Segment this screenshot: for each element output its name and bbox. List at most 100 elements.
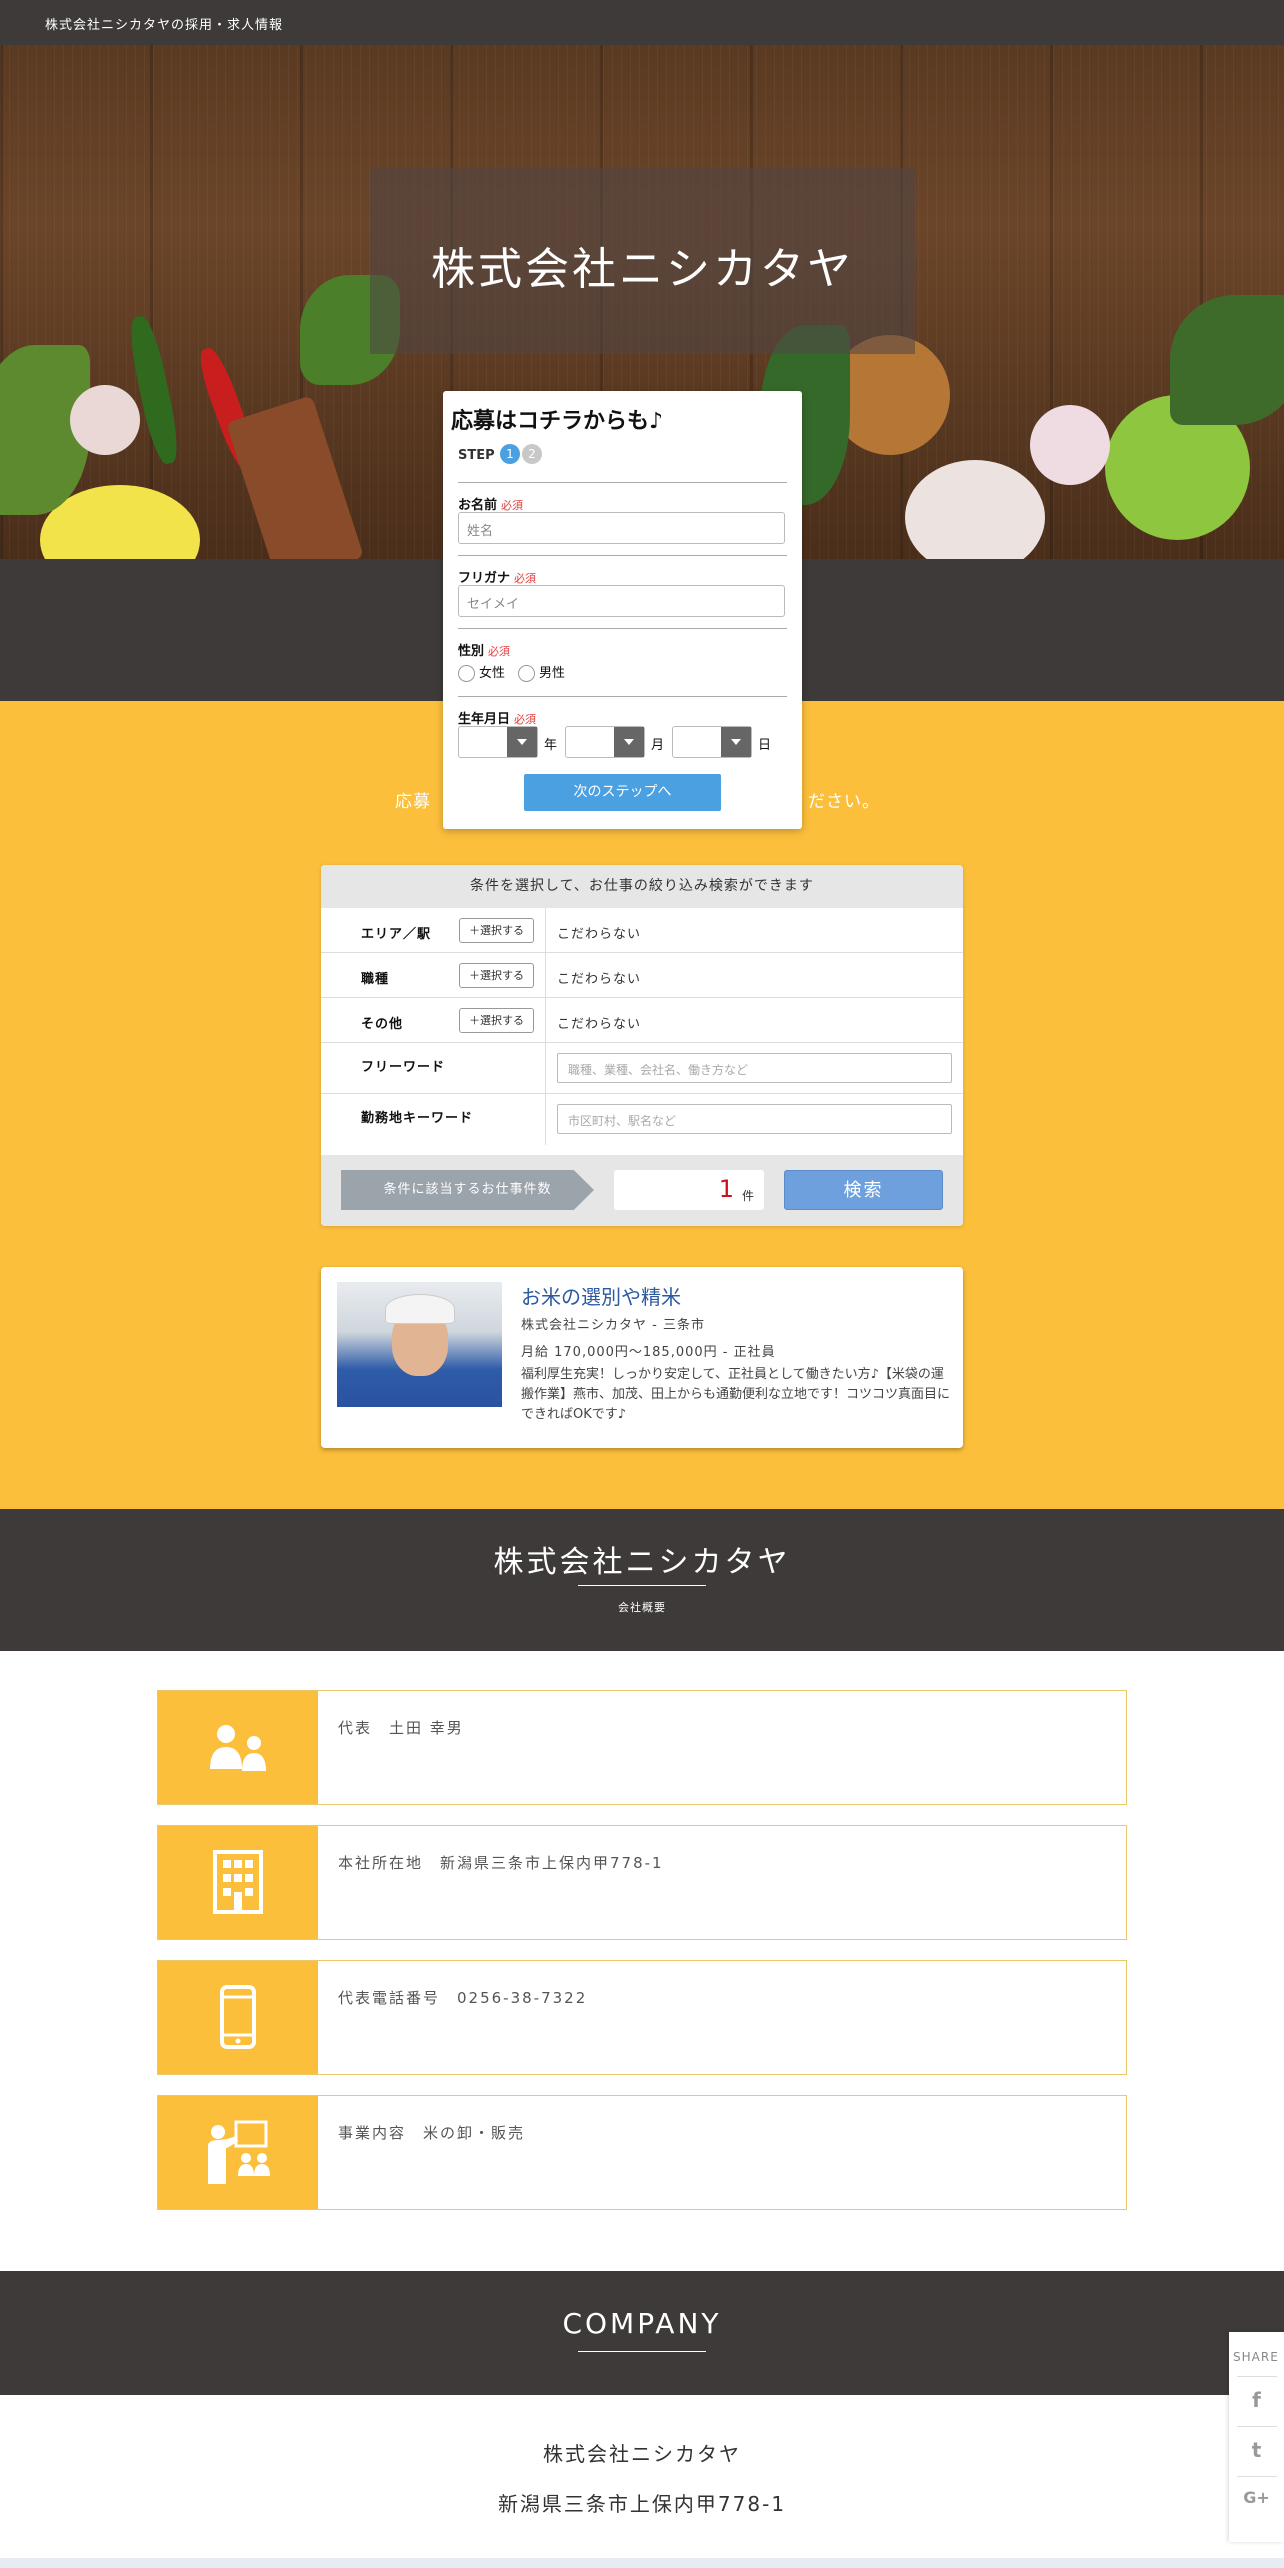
map-strip (0, 2558, 1284, 2568)
info-icon-box (158, 2096, 318, 2209)
area-keyword-input[interactable]: 市区町村、駅名など (557, 1104, 952, 1134)
freeword-label: フリーワード (361, 1060, 446, 1075)
hero-title-box: 株式会社ニシカタヤ (370, 168, 915, 354)
job-title[interactable]: お米の選別や精米 (521, 1281, 681, 1310)
gender-female-radio[interactable]: 女性 (458, 662, 505, 682)
people-icon (210, 1725, 266, 1771)
building-icon (213, 1850, 263, 1914)
search-row-other: その他 ＋選択する こだわらない (321, 998, 963, 1043)
select-button-label: 選択する (480, 1014, 524, 1027)
chevron-down-icon (614, 727, 644, 757)
facebook-icon[interactable]: f (1229, 2388, 1284, 2412)
select-area-button[interactable]: ＋選択する (459, 918, 534, 943)
garlic-bulb-image (905, 460, 1045, 559)
google-plus-icon[interactable]: G+ (1229, 2488, 1284, 2507)
select-button-label: 選択する (480, 969, 524, 982)
twitter-icon[interactable]: t (1229, 2438, 1284, 2462)
freeword-input[interactable]: 職種、業種、会社名、働き方など (557, 1053, 952, 1083)
info-row-address: 本社所在地 新潟県三条市上保内甲778-1 (157, 1825, 1127, 1940)
job-company: 株式会社ニシカタヤ - 三条市 (521, 1318, 705, 1333)
search-footer: 条件に該当するお仕事件数 1 件 検索 (321, 1155, 963, 1226)
chevron-down-icon (507, 727, 537, 757)
site-title[interactable]: 株式会社ニシカタヤの採用・求人情報 (45, 14, 283, 33)
year-unit: 年 (544, 738, 558, 753)
form-divider (458, 555, 787, 556)
share-widget: SHARE f t G+ (1229, 2332, 1284, 2542)
name-input[interactable]: 姓名 (458, 512, 785, 544)
plus-icon: ＋ (469, 1014, 480, 1027)
birth-year-select[interactable] (458, 726, 538, 758)
radio-circle-icon (458, 665, 475, 682)
garlic-image (70, 385, 140, 455)
intro-text-right: ださい。 (808, 792, 880, 812)
cinnamon-image (225, 395, 365, 559)
day-unit: 日 (758, 738, 772, 753)
search-row-area: エリア／駅 ＋選択する こだわらない (321, 908, 963, 953)
required-badge: 必須 (514, 713, 537, 726)
gender-label: 性別 必須 (458, 644, 511, 659)
search-row-label: その他 (361, 1017, 404, 1032)
company-overview-subtitle: 会社概要 (618, 1601, 666, 1614)
plus-icon: ＋ (469, 969, 480, 982)
birth-month-select[interactable] (565, 726, 645, 758)
hero-title: 株式会社ニシカタヤ (431, 244, 854, 295)
rosemary-image (1170, 295, 1284, 425)
info-icon-box (158, 1691, 318, 1804)
company-title: COMPANY (562, 2307, 722, 2340)
required-badge: 必須 (514, 572, 537, 585)
next-step-button[interactable]: 次のステップへ (524, 774, 721, 811)
birthdate-label: 生年月日 必須 (458, 712, 537, 727)
top-bar: 株式会社ニシカタヤの採用・求人情報 (0, 0, 1284, 45)
application-form: 応募はコチラからも♪ STEP 1 2 お名前 必須 姓名 フリガナ 必須 セイメイ… (443, 391, 802, 829)
share-label: SHARE (1233, 2350, 1279, 2364)
job-count-box: 1 件 (614, 1170, 764, 1210)
info-icon-box (158, 1961, 318, 2074)
job-count-label: 条件に該当するお仕事件数 (341, 1170, 594, 1210)
search-panel: 条件を選択して、お仕事の絞り込み検索ができます エリア／駅 ＋選択する こだわら… (321, 865, 963, 1226)
garlic-clove-image (1030, 405, 1110, 485)
search-row-label: 職種 (361, 972, 390, 987)
step-label: STEP (458, 448, 495, 463)
info-text: 本社所在地 新潟県三条市上保内甲778-1 (338, 1854, 664, 1872)
search-row-label: エリア／駅 (361, 927, 432, 942)
kana-input[interactable]: セイメイ (458, 585, 785, 617)
company-name: 株式会社ニシカタヤ (543, 2442, 741, 2466)
plus-icon: ＋ (469, 924, 480, 937)
company-address: 新潟県三条市上保内甲778-1 (497, 2492, 787, 2516)
select-other-button[interactable]: ＋選択する (459, 1008, 534, 1033)
chili-image (124, 313, 184, 467)
chevron-down-icon (721, 727, 751, 757)
job-count: 1 (718, 1175, 734, 1203)
job-card[interactable]: お米の選別や精米 株式会社ニシカタヤ - 三条市 月給 170,000円～185… (321, 1267, 963, 1448)
gender-male-radio[interactable]: 男性 (518, 662, 565, 682)
required-badge: 必須 (501, 499, 524, 512)
search-header: 条件を選択して、お仕事の絞り込み検索ができます (321, 865, 963, 908)
presentation-icon (208, 2120, 270, 2184)
info-row-business: 事業内容 米の卸・販売 (157, 2095, 1127, 2210)
info-text: 代表電話番号 0256-38-7322 (338, 1989, 588, 2007)
form-divider (458, 696, 787, 697)
search-row-value: こだわらない (557, 927, 642, 942)
info-icon-box (158, 1826, 318, 1939)
form-divider (458, 482, 787, 483)
step-1-indicator: 1 (500, 444, 520, 464)
title-underline (578, 2351, 706, 2352)
search-button[interactable]: 検索 (784, 1170, 943, 1210)
company-header: COMPANY (0, 2271, 1284, 2395)
job-photo (337, 1282, 502, 1407)
area-keyword-label: 勤務地キーワード (361, 1111, 474, 1126)
select-job-type-button[interactable]: ＋選択する (459, 963, 534, 988)
name-label: お名前 必須 (458, 498, 524, 513)
form-divider (458, 628, 787, 629)
intro-text-left: 応募 (395, 792, 431, 812)
step-2-indicator: 2 (522, 444, 542, 464)
job-count-unit: 件 (741, 1189, 754, 1203)
info-row-representative: 代表 土田 幸男 (157, 1690, 1127, 1805)
search-row-area-keyword: 勤務地キーワード 市区町村、駅名など (321, 1094, 963, 1145)
smartphone-icon (220, 1985, 256, 2049)
birth-day-select[interactable] (672, 726, 752, 758)
select-button-label: 選択する (480, 924, 524, 937)
company-overview-title: 株式会社ニシカタヤ (493, 1545, 791, 1580)
form-heading: 応募はコチラからも♪ (451, 409, 664, 434)
search-row-value: こだわらない (557, 972, 642, 987)
